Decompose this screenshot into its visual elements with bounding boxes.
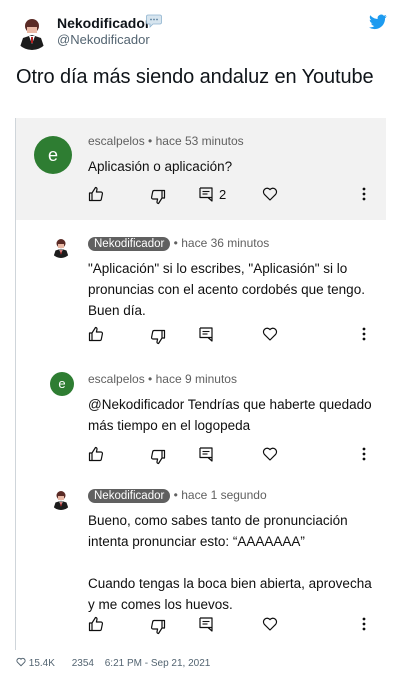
tweet-text: Otro día más siendo andaluz en Youtube (16, 66, 374, 88)
author-name[interactable]: Nekodificador (57, 15, 150, 31)
creator-badge[interactable]: Nekodificador (88, 489, 171, 503)
nekodificador-avatar[interactable] (50, 488, 72, 510)
comment-actions: 2 (88, 186, 378, 206)
reply-icon[interactable] (198, 446, 214, 462)
reply-icon[interactable] (198, 616, 214, 632)
more-vertical-icon[interactable] (356, 616, 372, 632)
separator: • (148, 134, 153, 148)
thumbs-down-icon[interactable] (150, 329, 166, 345)
reply-count[interactable]: 2 (219, 187, 226, 202)
twitter-bird-icon[interactable] (369, 14, 387, 30)
like-count: 15.4K (28, 658, 55, 669)
more-vertical-icon[interactable] (356, 186, 372, 202)
comment-3: e escalpelos • hace 9 minutos @Nekodific… (16, 362, 386, 474)
creator-badge[interactable]: Nekodificador (88, 237, 171, 251)
heart-icon[interactable] (262, 616, 278, 632)
thumbs-up-icon[interactable] (88, 616, 104, 632)
commenter-avatar[interactable]: e (34, 136, 72, 174)
commenter-avatar[interactable]: e (50, 372, 74, 396)
heart-icon[interactable] (262, 446, 278, 462)
comment-actions (88, 446, 378, 466)
retweet-count[interactable]: 2354 (72, 658, 94, 669)
separator: • (173, 488, 178, 502)
tweet-timestamp[interactable]: 6:21 PM - Sep 21, 2021 (105, 658, 211, 669)
comment-author[interactable]: escalpelos (88, 134, 145, 148)
thumbs-down-icon[interactable] (150, 449, 166, 465)
tweet-header: Nekodificador @Nekodificador (0, 0, 400, 60)
reply-icon[interactable] (198, 326, 214, 342)
tweet-footer: 15.4K 2354 6:21 PM - Sep 21, 2021 (16, 657, 210, 669)
thumbs-up-icon[interactable] (88, 186, 104, 202)
comment-1: e escalpelos • hace 53 minutos Aplicasió… (16, 118, 386, 220)
comment-text: Bueno, como sabes tanto de pronunciación… (88, 510, 380, 615)
comment-meta: escalpelos • hace 9 minutos (88, 372, 237, 386)
speech-bubble-icon (146, 14, 162, 28)
comment-actions (88, 616, 378, 636)
comment-text: "Aplicación" si lo escribes, "Aplicasión… (88, 261, 365, 318)
separator: • (148, 372, 153, 386)
comment-2: Nekodificador • hace 36 minutos "Aplicac… (16, 226, 386, 354)
comment-text: Aplicasión o aplicación? (88, 159, 233, 174)
comment-author[interactable]: escalpelos (88, 372, 145, 386)
more-vertical-icon[interactable] (356, 326, 372, 342)
comment-paragraph: Bueno, como sabes tanto de pronunciación… (88, 513, 348, 549)
thumbs-up-icon[interactable] (88, 446, 104, 462)
thumbs-down-icon[interactable] (150, 189, 166, 205)
separator: • (173, 236, 178, 250)
comment-paragraph: Cuando tengas la boca bien abierta, apro… (88, 576, 372, 612)
more-vertical-icon[interactable] (356, 446, 372, 462)
thumbs-up-icon[interactable] (88, 326, 104, 342)
comment-text: @Nekodificador Tendrías que haberte qued… (88, 397, 372, 433)
like-stat[interactable]: 15.4K (16, 657, 55, 669)
comment-time[interactable]: hace 36 minutos (181, 236, 269, 250)
comment-time[interactable]: hace 9 minutos (156, 372, 237, 386)
thumbs-down-icon[interactable] (150, 619, 166, 635)
nekodificador-avatar[interactable] (50, 236, 72, 258)
comment-meta: escalpelos • hace 53 minutos (88, 134, 244, 148)
heart-icon[interactable] (262, 186, 278, 202)
comment-meta: Nekodificador • hace 36 minutos (88, 236, 269, 251)
comments-screenshot: e escalpelos • hace 53 minutos Aplicasió… (15, 118, 386, 650)
comment-actions (88, 326, 378, 346)
comment-meta: Nekodificador • hace 1 segundo (88, 488, 267, 503)
heart-icon[interactable] (262, 326, 278, 342)
comment-time[interactable]: hace 53 minutos (156, 134, 244, 148)
comment-time[interactable]: hace 1 segundo (181, 488, 266, 502)
heart-icon (16, 657, 26, 667)
author-handle[interactable]: @Nekodificador (57, 32, 150, 47)
author-avatar[interactable] (14, 14, 50, 50)
comment-4: Nekodificador • hace 1 segundo Bueno, co… (16, 478, 386, 648)
reply-icon[interactable] (198, 186, 214, 202)
